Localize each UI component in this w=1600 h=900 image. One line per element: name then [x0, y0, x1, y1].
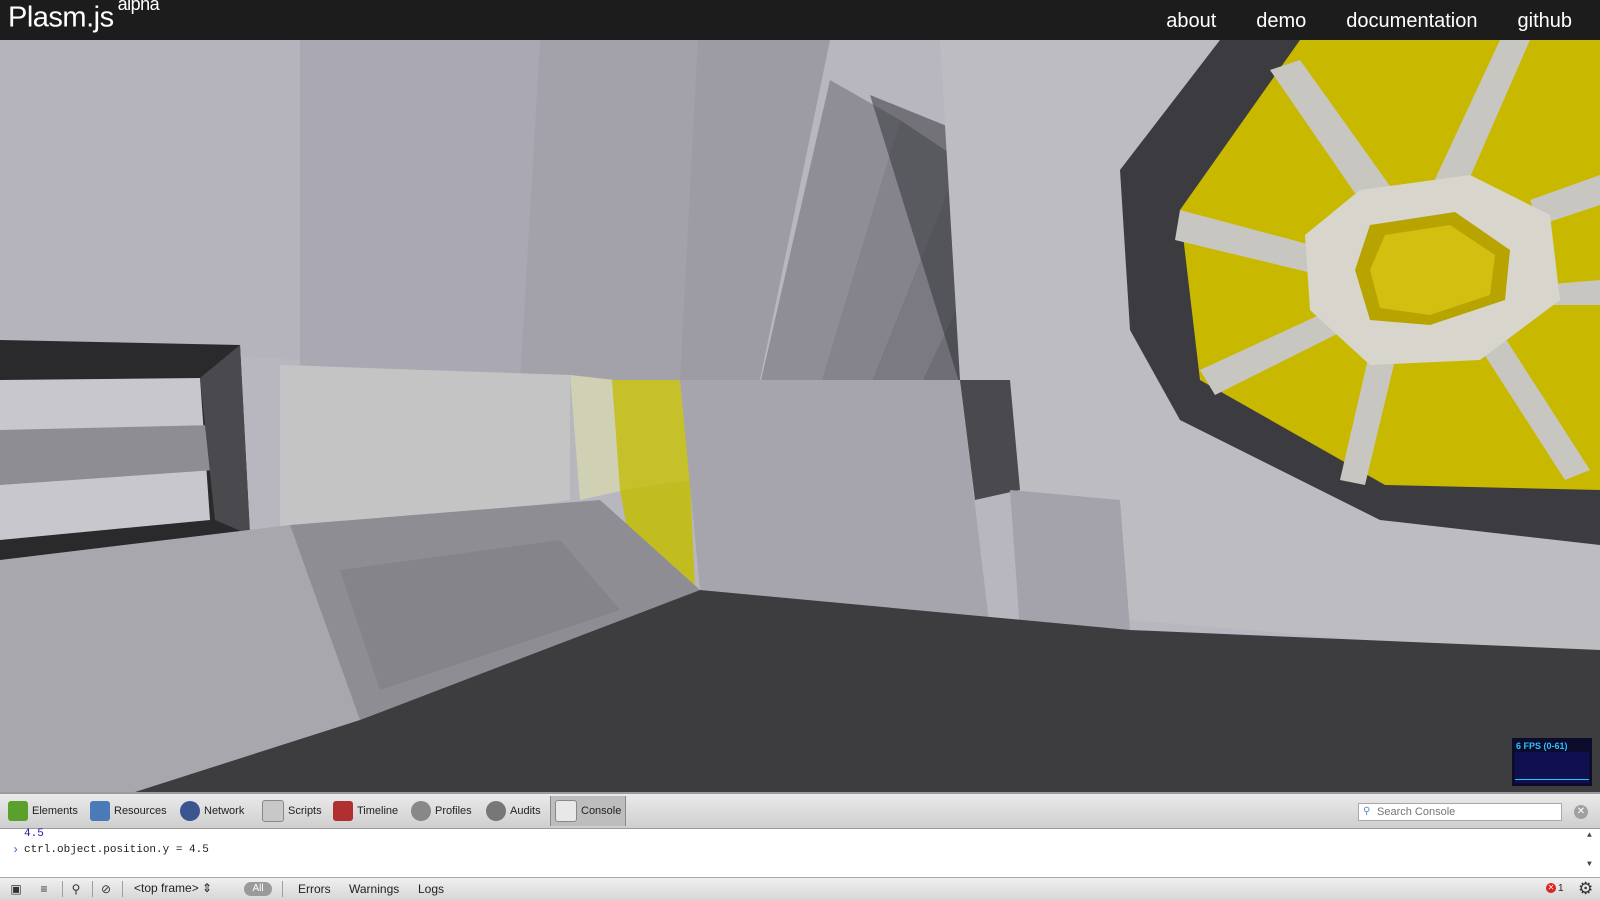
- tab-label: Console: [581, 805, 622, 817]
- devtools-toolbar: Elements Resources Network Scripts Timel…: [0, 793, 1600, 829]
- search-icon: ⚲: [1363, 806, 1371, 817]
- brand-tag: alpha: [117, 0, 160, 14]
- devtools-panel: Elements Resources Network Scripts Timel…: [0, 793, 1600, 900]
- scroll-down-icon[interactable]: ▼: [1587, 860, 1592, 869]
- tab-label: Profiles: [435, 805, 472, 817]
- resources-icon: [90, 801, 110, 821]
- gear-icon[interactable]: ⚙: [1578, 880, 1593, 898]
- audits-icon: [486, 801, 506, 821]
- tab-label: Scripts: [288, 805, 322, 817]
- tab-scripts[interactable]: Scripts: [262, 796, 322, 826]
- tab-profiles[interactable]: Profiles: [411, 796, 472, 826]
- frame-selector[interactable]: <top frame> ⇕: [134, 881, 212, 895]
- search-console-field[interactable]: ⚲: [1358, 803, 1562, 821]
- console-input[interactable]: ctrl.object.position.y = 4.5: [24, 844, 209, 856]
- tab-console[interactable]: Console: [550, 796, 627, 826]
- frame-selector-label: <top frame>: [134, 881, 199, 895]
- tab-resources[interactable]: Resources: [90, 796, 167, 826]
- filter-errors-button[interactable]: Errors: [298, 882, 331, 896]
- filter-logs-button[interactable]: Logs: [418, 882, 444, 896]
- console-scrollbar[interactable]: ▲ ▼: [1582, 829, 1600, 871]
- filter-all-button[interactable]: All: [244, 882, 272, 896]
- tab-label: Network: [204, 805, 245, 817]
- tab-network[interactable]: Network: [180, 796, 244, 826]
- nav-link-documentation[interactable]: documentation: [1346, 0, 1477, 40]
- error-icon: ✕: [1546, 883, 1556, 894]
- tab-elements[interactable]: Elements: [8, 796, 78, 826]
- tab-label: Audits: [510, 805, 541, 817]
- devtools-status-bar: ▣ ≡ ⚲ ⊘ <top frame> ⇕ All Errors Warning…: [0, 877, 1600, 900]
- clear-console-icon[interactable]: ⊘: [96, 881, 116, 897]
- 3d-scene-render: [0, 0, 1600, 792]
- top-navbar: Plasm.js alpha about demo documentation g…: [0, 0, 1600, 40]
- brand-name: Plasm.js: [8, 1, 114, 34]
- dock-icon[interactable]: ▣: [6, 881, 26, 897]
- console-icon: [555, 800, 577, 822]
- tab-audits[interactable]: Audits: [486, 796, 541, 826]
- timeline-icon: [333, 801, 353, 821]
- brand-logo[interactable]: Plasm.js alpha: [8, 0, 160, 35]
- error-count-badge[interactable]: ✕ 1: [1546, 883, 1564, 894]
- inspect-search-icon[interactable]: ⚲: [66, 881, 86, 897]
- console-output[interactable]: 4.5 › ctrl.object.position.y = 4.5 ▲ ▼: [0, 828, 1600, 871]
- scripts-icon: [262, 800, 284, 822]
- tab-label: Elements: [32, 805, 78, 817]
- profiles-icon: [411, 801, 431, 821]
- nav-link-demo[interactable]: demo: [1256, 0, 1306, 40]
- tab-label: Resources: [114, 805, 167, 817]
- fps-graph: [1515, 752, 1589, 783]
- nav-link-github[interactable]: github: [1518, 0, 1573, 40]
- clear-search-icon[interactable]: ✕: [1574, 805, 1588, 819]
- error-count-value: 1: [1558, 883, 1564, 894]
- show-console-icon[interactable]: ≡: [34, 881, 54, 897]
- tab-label: Timeline: [357, 805, 399, 817]
- nav-links: about demo documentation github: [1166, 0, 1600, 40]
- scroll-up-icon[interactable]: ▲: [1587, 831, 1592, 840]
- webgl-canvas[interactable]: 6 FPS (0-61): [0, 0, 1600, 792]
- tab-timeline[interactable]: Timeline: [333, 796, 398, 826]
- network-icon: [180, 801, 200, 821]
- nav-link-about[interactable]: about: [1166, 0, 1216, 40]
- filter-warnings-button[interactable]: Warnings: [349, 882, 399, 896]
- console-result: 4.5: [24, 828, 44, 840]
- fps-meter: 6 FPS (0-61): [1512, 738, 1592, 786]
- fps-label: 6 FPS (0-61): [1516, 741, 1568, 751]
- elements-icon: [8, 801, 28, 821]
- console-prompt-icon: ›: [12, 843, 20, 857]
- search-console-input[interactable]: [1377, 805, 1557, 819]
